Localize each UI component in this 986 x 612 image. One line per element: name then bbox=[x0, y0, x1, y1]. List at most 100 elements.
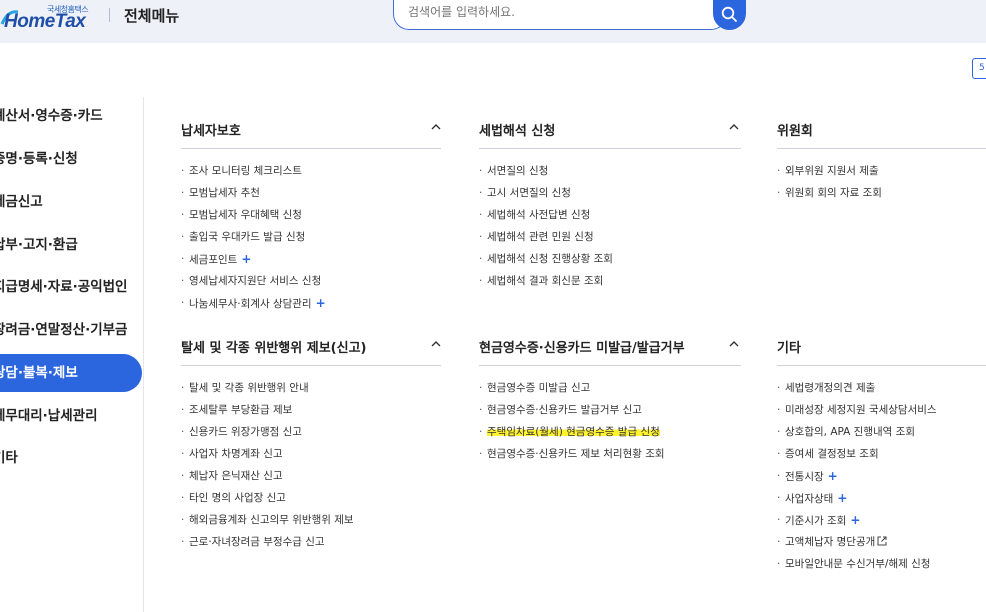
chevron-up-icon[interactable] bbox=[431, 123, 441, 131]
header-divider bbox=[109, 8, 110, 22]
nav-item-consultation[interactable]: 상담·불복·제보 bbox=[0, 354, 142, 392]
list-item[interactable]: 타인 명의 사업장 신고 bbox=[181, 491, 354, 513]
list-item[interactable]: 미래성장 세정지원 국세상담서비스 bbox=[777, 403, 937, 425]
list-item-label: 세법해석 사전답변 신청 bbox=[487, 209, 591, 221]
list-item[interactable]: 모범납세자 추천 bbox=[181, 186, 326, 208]
nav-item-tax-filing[interactable]: 세금신고 bbox=[0, 183, 142, 221]
hometax-logo[interactable]: 국세청홈택스 HomeTax bbox=[0, 2, 100, 36]
list-item-highlighted[interactable]: 주택임차료(월세) 현금영수증 발급 신청 bbox=[479, 425, 665, 447]
section-divider bbox=[479, 148, 741, 149]
section-list: 조사 모니터링 체크리스트 모범납세자 추천 모범납세자 우대혜택 신청 출입국… bbox=[181, 164, 326, 318]
chevron-up-icon[interactable] bbox=[729, 340, 739, 348]
list-item[interactable]: 위원회 회의 자료 조회 bbox=[777, 186, 882, 208]
list-item-label: 상호합의, APA 진행내역 조회 bbox=[785, 426, 915, 438]
list-item[interactable]: 현금영수증·신용카드 발급거부 신고 bbox=[479, 403, 665, 425]
list-item[interactable]: 근로·자녀장려금 부정수급 신고 bbox=[181, 535, 354, 557]
list-item-label: 서면질의 신청 bbox=[487, 165, 549, 177]
nav-item-label: 지급명세·자료·공익법인 bbox=[0, 279, 128, 295]
search-button[interactable] bbox=[713, 0, 746, 30]
plus-icon[interactable]: + bbox=[316, 296, 326, 310]
list-item[interactable]: 기준시가 조회+ bbox=[777, 513, 937, 535]
search-input[interactable] bbox=[408, 5, 698, 19]
list-item-label: 외부위원 지원서 제출 bbox=[785, 165, 879, 177]
list-item[interactable]: 조세탈루 부당환급 제보 bbox=[181, 403, 354, 425]
list-item-label: 증여세 결정정보 조회 bbox=[785, 448, 879, 460]
list-item[interactable]: 서면질의 신청 bbox=[479, 164, 613, 186]
list-item-label: 미래성장 세정지원 국세상담서비스 bbox=[785, 404, 937, 416]
section-divider bbox=[479, 365, 741, 366]
list-item[interactable]: 고시 서면질의 신청 bbox=[479, 186, 613, 208]
nav-item-label: 장려금·연말정산·기부금 bbox=[0, 322, 128, 338]
list-item[interactable]: 탈세 및 각종 위반행위 안내 bbox=[181, 381, 354, 403]
list-item[interactable]: 체납자 은닉재산 신고 bbox=[181, 469, 354, 491]
list-item-label: 타인 명의 사업장 신고 bbox=[189, 492, 286, 504]
list-item[interactable]: 조사 모니터링 체크리스트 bbox=[181, 164, 326, 186]
list-item[interactable]: 나눔세무사·회계사 상담관리 + bbox=[181, 296, 326, 318]
nav-item-payment[interactable]: 납부·고지·환급 bbox=[0, 226, 142, 264]
nav-item-payment-statements[interactable]: 지급명세·자료·공익법인 bbox=[0, 268, 142, 306]
list-item-label: 탈세 및 각종 위반행위 안내 bbox=[189, 382, 309, 394]
plus-icon[interactable]: + bbox=[828, 469, 838, 483]
nav-item-receipts[interactable]: 계산서·영수증·카드 bbox=[0, 97, 142, 135]
list-item[interactable]: 세법해석 결과 회신문 조회 bbox=[479, 274, 613, 296]
list-item[interactable]: 해외금융계좌 신고의무 위반행위 제보 bbox=[181, 513, 354, 535]
nav-item-tax-agent[interactable]: 세무대리·납세관리 bbox=[0, 397, 142, 435]
nav-item-incentives[interactable]: 장려금·연말정산·기부금 bbox=[0, 311, 142, 349]
list-item[interactable]: 신용카드 위장가맹점 신고 bbox=[181, 425, 354, 447]
list-item[interactable]: 고액체납자 명단공개 bbox=[777, 535, 937, 557]
list-item[interactable]: 증여세 결정정보 조회 bbox=[777, 447, 937, 469]
plus-icon[interactable]: + bbox=[837, 491, 847, 505]
list-item[interactable]: 사업자 차명계좌 신고 bbox=[181, 447, 354, 469]
section-title: 탈세 및 각종 위반행위 제보(신고) bbox=[181, 341, 367, 356]
section-list: 외부위원 지원서 제출 위원회 회의 자료 조회 bbox=[777, 164, 882, 208]
section-list: 서면질의 신청 고시 서면질의 신청 세법해석 사전답변 신청 세법해석 관련 … bbox=[479, 164, 613, 296]
nav-item-etc[interactable]: 기타 bbox=[0, 439, 142, 477]
external-link-icon[interactable] bbox=[877, 536, 887, 546]
list-item-label: 신용카드 위장가맹점 신고 bbox=[189, 426, 302, 438]
nav-item-certificates[interactable]: 증명·등록·신청 bbox=[0, 140, 142, 178]
list-item[interactable]: 사업자상태+ bbox=[777, 491, 937, 513]
nav-item-label: 세무대리·납세관리 bbox=[0, 408, 98, 424]
top-header: 국세청홈택스 HomeTax 전체메뉴 bbox=[0, 0, 986, 43]
list-item[interactable]: 영세납세자지원단 서비스 신청 bbox=[181, 274, 326, 296]
list-item-label: 현금영수증·신용카드 제보 처리현황 조회 bbox=[487, 448, 665, 460]
search-box[interactable] bbox=[393, 0, 727, 30]
list-item-label: 해외금융계좌 신고의무 위반행위 제보 bbox=[189, 514, 354, 526]
list-item[interactable]: 모바일안내문 수신거부/해제 신청 bbox=[777, 557, 937, 579]
list-item-label: 사업자상태 bbox=[785, 493, 834, 505]
side-action-button[interactable]: 5 bbox=[972, 58, 986, 79]
nav-item-label: 납부·고지·환급 bbox=[0, 237, 78, 253]
list-item-label: 세법해석 결과 회신문 조회 bbox=[487, 275, 604, 287]
plus-icon[interactable]: + bbox=[241, 252, 251, 266]
section-divider bbox=[181, 365, 441, 366]
section-divider bbox=[181, 148, 441, 149]
list-item-label: 모범납세자 추천 bbox=[189, 187, 260, 199]
list-item[interactable]: 전통시장 + bbox=[777, 469, 937, 491]
list-item-label: 조사 모니터링 체크리스트 bbox=[189, 165, 302, 177]
list-item-label: 고시 서면질의 신청 bbox=[487, 187, 571, 199]
list-item-label: 출입국 우대카드 발급 신청 bbox=[189, 231, 306, 243]
list-item[interactable]: 모범납세자 우대혜택 신청 bbox=[181, 208, 326, 230]
section-title: 현금영수증·신용카드 미발급/발급거부 bbox=[479, 341, 685, 356]
list-item[interactable]: 상호합의, APA 진행내역 조회 bbox=[777, 425, 937, 447]
list-item-label: 현금영수증 미발급 신고 bbox=[487, 382, 591, 394]
plus-icon[interactable]: + bbox=[850, 513, 860, 527]
section-divider bbox=[777, 365, 986, 366]
list-item[interactable]: 출입국 우대카드 발급 신청 bbox=[181, 230, 326, 252]
section-title: 기타 bbox=[777, 341, 801, 356]
list-item[interactable]: 세법령개정의견 제출 bbox=[777, 381, 937, 403]
list-item[interactable]: 외부위원 지원서 제출 bbox=[777, 164, 882, 186]
list-item[interactable]: 세법해석 신청 진행상황 조회 bbox=[479, 252, 613, 274]
list-item[interactable]: 세법해석 사전답변 신청 bbox=[479, 208, 613, 230]
list-item-label: 조세탈루 부당환급 제보 bbox=[189, 404, 293, 416]
list-item[interactable]: 세금포인트+ bbox=[181, 252, 326, 274]
chevron-up-icon[interactable] bbox=[729, 123, 739, 131]
list-item[interactable]: 현금영수증·신용카드 제보 처리현황 조회 bbox=[479, 447, 665, 469]
list-item[interactable]: 현금영수증 미발급 신고 bbox=[479, 381, 665, 403]
list-item-label: 세법해석 관련 민원 신청 bbox=[487, 231, 594, 243]
list-item[interactable]: 세법해석 관련 민원 신청 bbox=[479, 230, 613, 252]
section-title: 위원회 bbox=[777, 124, 813, 139]
list-item-label: 기준시가 조회 bbox=[785, 515, 847, 527]
chevron-up-icon[interactable] bbox=[431, 340, 441, 348]
section-list: 세법령개정의견 제출 미래성장 세정지원 국세상담서비스 상호합의, APA 진… bbox=[777, 381, 937, 579]
